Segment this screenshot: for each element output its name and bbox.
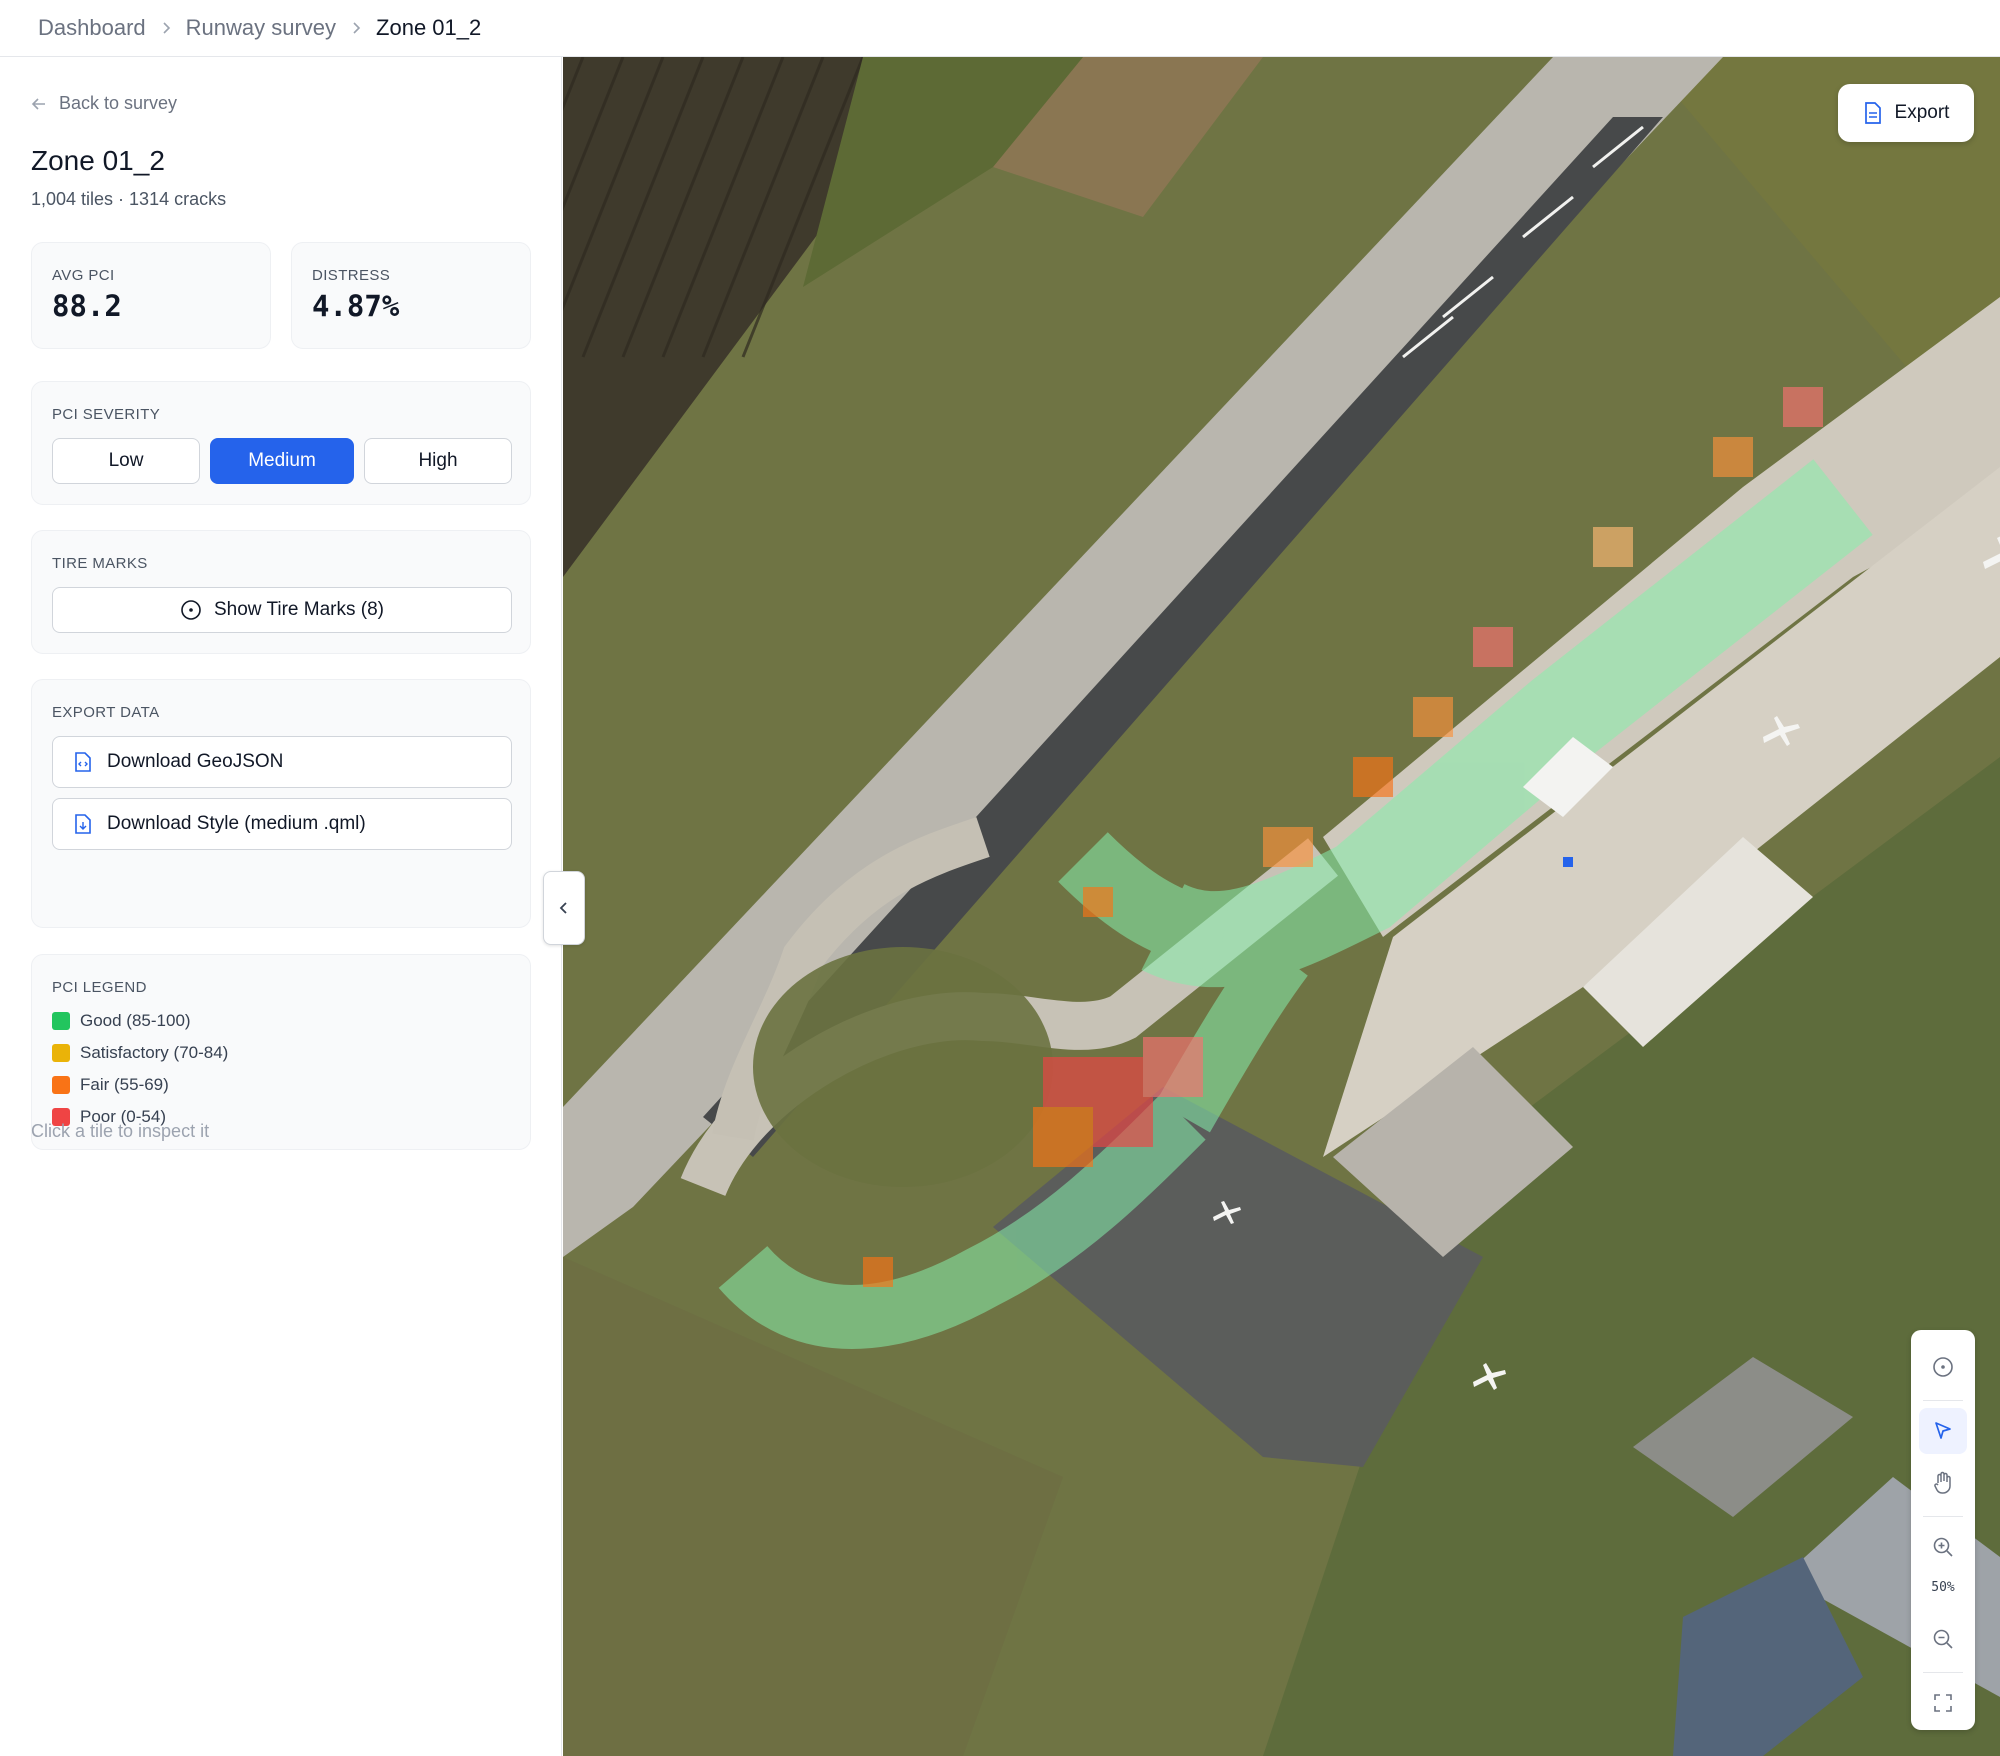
map-toolbar: 50%	[1911, 1330, 1975, 1730]
collapse-sidebar-button[interactable]	[543, 871, 585, 945]
toolbar-divider	[1923, 1400, 1963, 1401]
pan-hand-icon	[1934, 1471, 1951, 1494]
legend-label: Satisfactory (70-84)	[80, 1043, 229, 1062]
tool-select[interactable]	[1919, 1408, 1967, 1454]
toolbar-divider	[1923, 1516, 1963, 1517]
zoom-out-icon	[1933, 1629, 1953, 1649]
tool-pan[interactable]	[1919, 1460, 1967, 1506]
breadcrumb-current-zone: Zone 01_2	[376, 15, 482, 40]
back-to-survey-link[interactable]: Back to survey	[31, 93, 177, 114]
severity-low-button[interactable]: Low	[52, 438, 200, 484]
legend-swatch	[52, 1044, 70, 1062]
zoom-level: 50%	[1931, 1580, 1955, 1595]
avg-pci-card: AVG PCI 88.2	[31, 242, 271, 349]
fullscreen-icon	[1934, 1694, 1952, 1712]
tool-fullscreen[interactable]	[1919, 1680, 1967, 1726]
file-download-icon	[75, 814, 91, 834]
avg-pci-label: AVG PCI	[52, 267, 115, 284]
aerial-imagery	[563, 57, 2000, 1756]
chevron-left-icon	[559, 902, 567, 914]
page-title: Zone 01_2	[31, 145, 165, 176]
toolbar-divider	[1923, 1672, 1963, 1673]
pci-legend-label: PCI LEGEND	[52, 979, 147, 996]
document-icon	[1864, 102, 1881, 124]
file-code-icon	[75, 752, 91, 772]
download-geojson-label: Download GeoJSON	[107, 751, 284, 772]
export-data-label: EXPORT DATA	[52, 704, 160, 721]
legend-swatch	[52, 1012, 70, 1030]
tire-marks-card: TIRE MARKS Show Tire Marks (8)	[31, 530, 531, 654]
avg-pci-value: 88.2	[52, 289, 122, 323]
chevron-right-icon	[336, 19, 376, 37]
target-icon	[1933, 1357, 1953, 1377]
distress-value: 4.87%	[312, 289, 400, 323]
legend-item-satisfactory: Satisfactory (70-84)	[52, 1043, 228, 1063]
legend-label: Good (85-100)	[80, 1011, 191, 1030]
distress-label: DISTRESS	[312, 267, 391, 284]
tool-target[interactable]	[1919, 1344, 1967, 1390]
map-view[interactable]	[563, 57, 2000, 1756]
legend-item-good: Good (85-100)	[52, 1011, 191, 1031]
tool-zoom-in[interactable]	[1919, 1524, 1967, 1570]
pci-severity-card: PCI SEVERITY Low Medium High	[31, 381, 531, 505]
select-pointer-icon	[1935, 1422, 1951, 1439]
download-style-label: Download Style (medium .qml)	[107, 813, 366, 834]
severity-medium-button[interactable]: Medium	[210, 438, 354, 484]
zone-summary: 1,004 tiles · 1314 cracks	[31, 189, 227, 209]
distress-card: DISTRESS 4.87%	[291, 242, 531, 349]
chevron-right-icon	[146, 19, 186, 37]
export-data-card: EXPORT DATA Download GeoJSON Download St…	[31, 679, 531, 928]
download-style-button[interactable]: Download Style (medium .qml)	[52, 798, 512, 850]
legend-label: Fair (55-69)	[80, 1075, 169, 1094]
sidebar: Back to survey Zone 01_2 1,004 tiles · 1…	[0, 57, 562, 1756]
breadcrumb-runway-survey[interactable]: Runway survey	[186, 15, 336, 41]
map-export-button[interactable]: Export	[1838, 84, 1974, 142]
breadcrumb: Dashboard Runway survey Zone 01_2	[0, 0, 2000, 57]
target-icon	[181, 600, 201, 620]
tire-marks-label: TIRE MARKS	[52, 555, 148, 572]
show-tire-marks-label: Show Tire Marks (8)	[214, 599, 384, 620]
legend-swatch	[52, 1076, 70, 1094]
export-label: Export	[1894, 102, 1950, 123]
download-geojson-button[interactable]: Download GeoJSON	[52, 736, 512, 788]
zoom-in-icon	[1933, 1537, 1953, 1557]
inspect-hint: Click a tile to inspect it	[31, 1121, 210, 1141]
back-label: Back to survey	[59, 93, 178, 113]
severity-high-button[interactable]: High	[364, 438, 512, 484]
breadcrumb-dashboard[interactable]: Dashboard	[38, 15, 146, 41]
arrow-left-icon	[31, 97, 45, 110]
show-tire-marks-button[interactable]: Show Tire Marks (8)	[52, 587, 512, 633]
pci-severity-label: PCI SEVERITY	[52, 406, 161, 423]
legend-item-fair: Fair (55-69)	[52, 1075, 169, 1095]
tool-zoom-out[interactable]	[1919, 1616, 1967, 1662]
